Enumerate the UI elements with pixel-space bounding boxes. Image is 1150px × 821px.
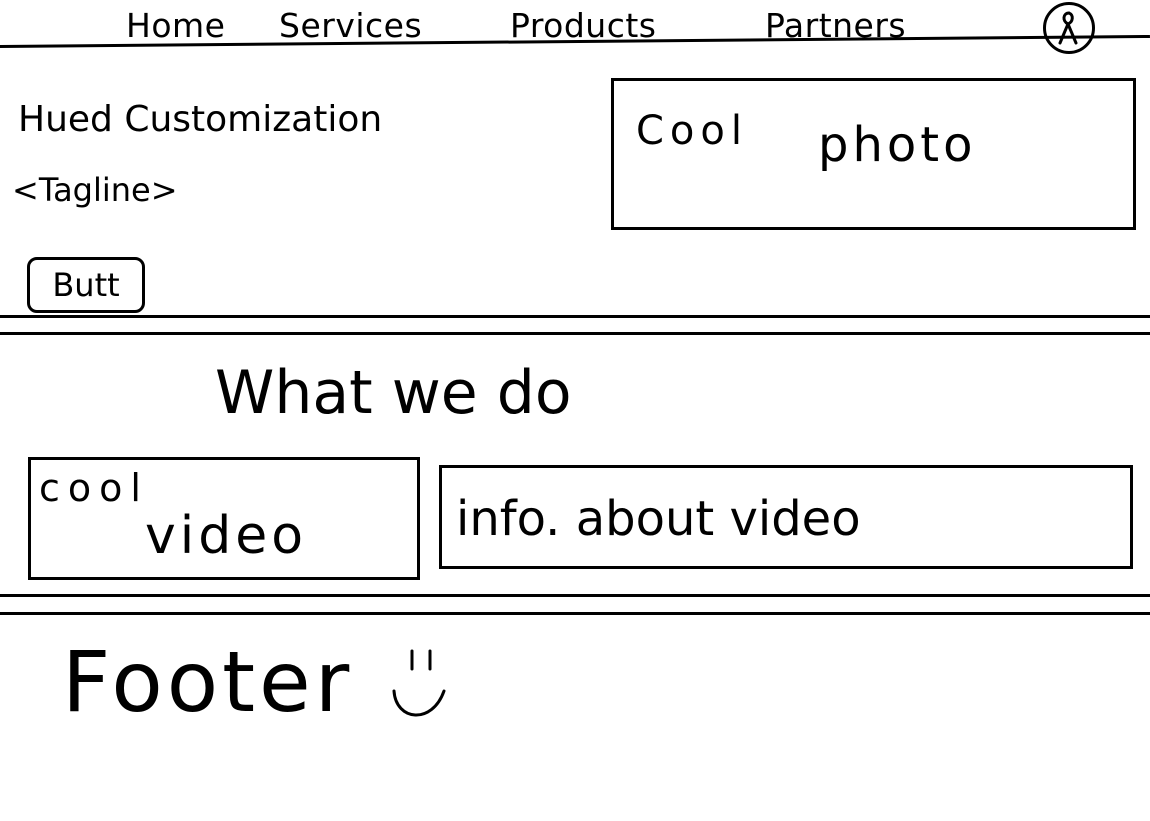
nav-services-link[interactable]: Services	[279, 6, 444, 46]
what-we-do-heading: What we do	[215, 358, 572, 428]
user-account-icon[interactable]	[1043, 2, 1095, 54]
video-placeholder-cool-label: cool	[39, 466, 149, 510]
smiley-face-icon	[388, 645, 452, 729]
video-placeholder-video-label: video	[145, 506, 308, 566]
photo-placeholder-photo-label: photo	[818, 117, 977, 173]
nav-home-link[interactable]: Home	[126, 6, 225, 46]
hero-tagline: <Tagline>	[12, 171, 178, 209]
section-divider-bottom	[0, 332, 1150, 335]
hero-photo-placeholder: Cool photo	[611, 78, 1136, 230]
photo-placeholder-cool-label: Cool	[636, 108, 748, 154]
section-divider-top	[0, 315, 1150, 318]
hero-cta-button[interactable]: Butt	[27, 257, 145, 313]
video-info-panel: info. about video	[439, 465, 1133, 569]
footer-divider-top	[0, 594, 1150, 597]
footer-divider-bottom	[0, 612, 1150, 615]
video-placeholder[interactable]: cool video	[28, 457, 420, 580]
footer-label: Footer	[62, 633, 354, 731]
hero-title: Hued Customization	[18, 99, 383, 140]
video-info-text: info. about video	[456, 491, 861, 547]
